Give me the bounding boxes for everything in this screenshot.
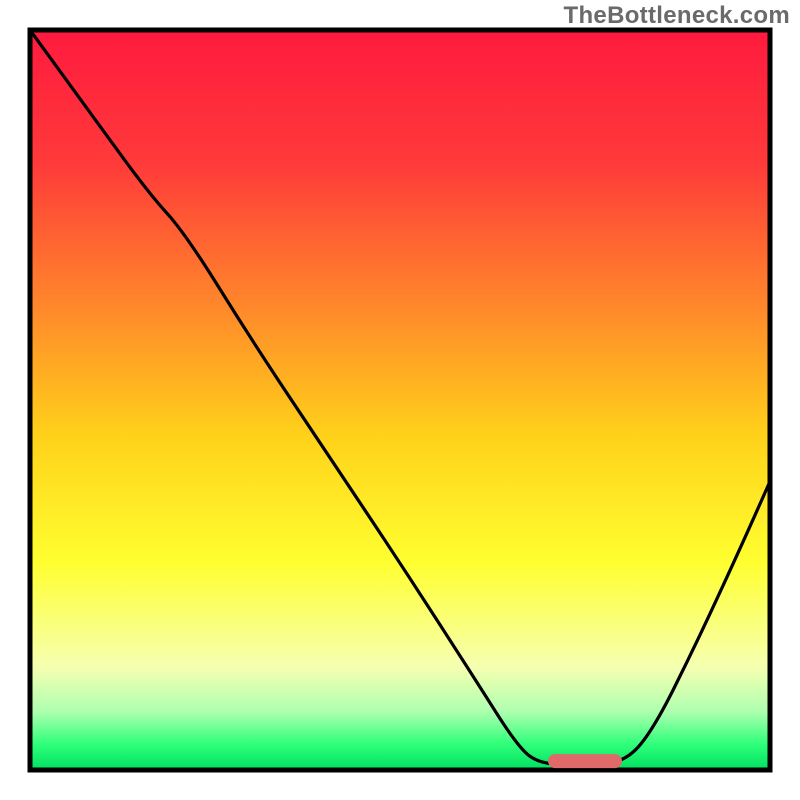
result-range-marker [548, 754, 622, 768]
bottleneck-chart [0, 0, 800, 800]
chart-stage: TheBottleneck.com [0, 0, 800, 800]
plot-background [30, 30, 770, 770]
